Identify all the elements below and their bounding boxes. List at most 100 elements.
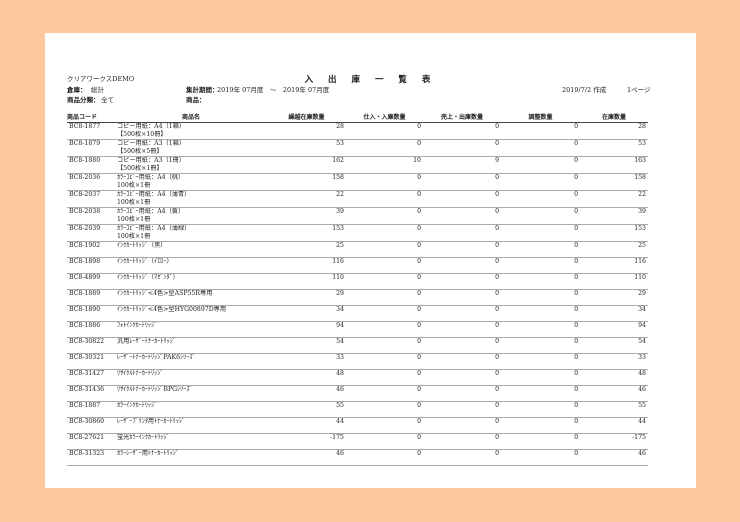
carry-qty-cell: 39 — [336, 208, 344, 215]
carry-qty-cell: -175 — [330, 434, 344, 441]
product-code-cell: BC8-31427 — [69, 370, 105, 377]
in-qty-cell: 0 — [417, 450, 421, 457]
product-name-cell: ｶﾗｰｲﾝｸｶｰﾄﾘｯｼﾞ — [115, 402, 267, 418]
adjust-qty-cell: 0 — [574, 338, 578, 345]
product-code-cell: BC8-4899 — [69, 274, 101, 281]
period-value: 2019年 07月度 ～ 2019年 07月度 — [217, 86, 330, 94]
carry-qty-cell: 55 — [336, 402, 344, 409]
col-header-stock: 在庫数量 — [580, 112, 648, 123]
stock-qty-cell: 44 — [638, 418, 646, 425]
product-name-cell: ｶﾗｰｺﾋﾟｰ用紙：A4（薄緑） 100枚×1冊 — [115, 225, 267, 242]
adjust-qty-cell: 0 — [574, 450, 578, 457]
in-qty-cell: 0 — [417, 191, 421, 198]
product-name-cell: ﾚｰｻﾞｰﾌﾟﾘﾝﾀ用ﾄﾅｰｶｰﾄﾘｯｼﾞ — [115, 418, 267, 434]
out-qty-cell: 0 — [495, 434, 499, 441]
table-row: BC8-1877 コピー用紙：A4（1箱） 【500枚×10冊】 28 0 0 0 28 — [67, 123, 648, 140]
stock-qty-cell: -175 — [632, 434, 646, 441]
product-name: コピー用紙：A4（1箱） — [117, 123, 186, 130]
product-name-cell: ﾘｻｲｸﾙﾄﾅｰｶｰﾄﾘｯｼﾞBPGｼﾘｰｽﾞ — [115, 386, 267, 402]
out-qty-cell: 9 — [495, 157, 499, 164]
product-code-cell: BC8-30860 — [69, 418, 105, 425]
product-name: 蛍光ｶﾗｰｲﾝｸｶｰﾄﾘｯｼﾞ — [117, 434, 170, 441]
warehouse-label: 倉庫： — [67, 86, 87, 94]
product-code-cell: BC8-30822 — [69, 338, 105, 345]
adjust-qty-cell: 0 — [574, 225, 578, 232]
stock-qty-cell: 34 — [638, 306, 646, 313]
carry-qty-cell: 29 — [336, 290, 344, 297]
table-row: BC8-30860 ﾚｰｻﾞｰﾌﾟﾘﾝﾀ用ﾄﾅｰｶｰﾄﾘｯｼﾞ 44 0 0 0 44 — [67, 418, 648, 434]
table-row: BC8-30822 汎用ﾚｰｻﾞｰﾄﾅｰｶｰﾄﾘｯｼﾞ 54 0 0 0 54 — [67, 338, 648, 354]
table-row: BC8-2039 ｶﾗｰｺﾋﾟｰ用紙：A4（薄緑） 100枚×1冊 153 0 0 0 153 — [67, 225, 648, 242]
adjust-qty-cell: 0 — [574, 434, 578, 441]
in-qty-cell: 0 — [417, 140, 421, 147]
product-name: コピー用紙：A3（1箱） — [117, 140, 186, 147]
adjust-qty-cell: 0 — [574, 402, 578, 409]
page-number: 1ページ — [627, 86, 651, 94]
product-name: ｲﾝｸｶｰﾄﾘｯｼﾞ<4色>型HYG00897D専用 — [117, 306, 227, 313]
table-row: BC8-31427 ﾘｻｲｸﾙﾄﾅｰｶｰﾄﾘｯｼﾞ 48 0 0 0 48 — [67, 370, 648, 386]
product-name: 汎用ﾚｰｻﾞｰﾄﾅｰｶｰﾄﾘｯｼﾞ — [117, 338, 176, 345]
out-qty-cell: 0 — [495, 174, 499, 181]
out-qty-cell: 0 — [495, 258, 499, 265]
in-qty-cell: 0 — [417, 274, 421, 281]
out-qty-cell: 0 — [495, 418, 499, 425]
out-qty-cell: 0 — [495, 386, 499, 393]
table-row: BC8-1898 ｲﾝｸｶｰﾄﾘｯｼﾞ（ｲｴﾛｰ） 116 0 0 0 116 — [67, 258, 648, 274]
in-qty-cell: 0 — [417, 290, 421, 297]
table-row: BC8-1889 ｲﾝｸｶｰﾄﾘｯｼﾞ<4色>型ASP55R専用 29 0 0 0 29 — [67, 290, 648, 306]
stock-qty-cell: 94 — [638, 322, 646, 329]
product-name-cell: ｲﾝｸｶｰﾄﾘｯｼﾞ<4色>型HYG00897D専用 — [115, 306, 267, 322]
adjust-qty-cell: 0 — [574, 274, 578, 281]
adjust-qty-cell: 0 — [574, 140, 578, 147]
table-row: BC8-27621 蛍光ｶﾗｰｲﾝｸｶｰﾄﾘｯｼﾞ -175 0 0 0 -175 — [67, 434, 648, 450]
product-code-cell: BC8-31436 — [69, 386, 105, 393]
in-qty-cell: 0 — [417, 306, 421, 313]
in-qty-cell: 0 — [417, 322, 421, 329]
product-name: ｶﾗｰｺﾋﾟｰ用紙：A4（黄） — [117, 208, 185, 215]
category-value: 全て — [101, 96, 114, 104]
product-name: ﾘｻｲｸﾙﾄﾅｰｶｰﾄﾘｯｼﾞBPGｼﾘｰｽﾞ — [117, 386, 193, 393]
carry-qty-cell: 25 — [336, 242, 344, 249]
col-header-carry: 繰越在庫数量 — [267, 112, 346, 123]
stock-qty-cell: 110 — [634, 274, 646, 281]
table-row: BC8-2037 ｶﾗｰｺﾋﾟｰ用紙：A4（薄青） 100枚×1冊 22 0 0 0 22 — [67, 191, 648, 208]
product-name-cell: ｲﾝｸｶｰﾄﾘｯｼﾞ<4色>型ASP55R専用 — [115, 290, 267, 306]
product-name-detail: 100枚×1冊 — [117, 182, 151, 189]
product-name-cell: ｶﾗｰｺﾋﾟｰ用紙：A4（薄青） 100枚×1冊 — [115, 191, 267, 208]
out-qty-cell: 0 — [495, 242, 499, 249]
adjust-qty-cell: 0 — [574, 258, 578, 265]
table-row: BC8-1887 ｶﾗｰｲﾝｸｶｰﾄﾘｯｼﾞ 55 0 0 0 55 — [67, 402, 648, 418]
in-qty-cell: 0 — [417, 338, 421, 345]
stock-qty-cell: 39 — [638, 208, 646, 215]
out-qty-cell: 0 — [495, 306, 499, 313]
table-row: BC8-30321 ﾚｰｻﾞｰﾄﾅｰｶｰﾄﾘｯｼﾞPAK6ｼﾘｰｽﾞ 33 0 0 0 33 — [67, 354, 648, 370]
product-code-cell: BC8-1880 — [69, 157, 101, 164]
product-name-detail: 【500枚×5冊】 — [117, 148, 163, 155]
stock-qty-cell: 22 — [638, 191, 646, 198]
inventory-table: 商品コード 商品名 繰越在庫数量 仕入・入庫数量 売上・出庫数量 調整数量 在庫… — [67, 112, 648, 466]
adjust-qty-cell: 0 — [574, 354, 578, 361]
product-name-detail: 100枚×1冊 — [117, 216, 151, 223]
stock-qty-cell: 163 — [634, 157, 646, 164]
carry-qty-cell: 44 — [336, 418, 344, 425]
product-name: コピー用紙：A3（1冊） — [117, 157, 186, 164]
product-code-cell: BC8-31323 — [69, 450, 105, 457]
product-name: ｲﾝｸｶｰﾄﾘｯｼﾞ（黒） — [117, 242, 167, 249]
product-name-cell: ﾌｫﾄｲﾝｸｶｰﾄﾘｯｼﾞ — [115, 322, 267, 338]
in-qty-cell: 0 — [417, 208, 421, 215]
product-name: ｶﾗｰｺﾋﾟｰ用紙：A4（桃） — [117, 174, 185, 181]
product-name: ｲﾝｸｶｰﾄﾘｯｼﾞ（ｲｴﾛｰ） — [117, 258, 173, 265]
product-code-cell: BC8-1889 — [69, 290, 101, 297]
adjust-qty-cell: 0 — [574, 123, 578, 130]
out-qty-cell: 0 — [495, 290, 499, 297]
table-row: BC8-2038 ｶﾗｰｺﾋﾟｰ用紙：A4（黄） 100枚×1冊 39 0 0 0 39 — [67, 208, 648, 225]
out-qty-cell: 0 — [495, 225, 499, 232]
stock-qty-cell: 33 — [638, 354, 646, 361]
table-row: BC8-31323 ｶﾗｰﾚｰｻﾞｰ用ﾄﾅｰｶｰﾄﾘｯｼﾞ 46 0 0 0 46 — [67, 450, 648, 466]
product-code-cell: BC8-2038 — [69, 208, 101, 215]
stock-qty-cell: 46 — [638, 386, 646, 393]
stock-qty-cell: 29 — [638, 290, 646, 297]
in-qty-cell: 0 — [417, 402, 421, 409]
stock-qty-cell: 25 — [638, 242, 646, 249]
adjust-qty-cell: 0 — [574, 386, 578, 393]
